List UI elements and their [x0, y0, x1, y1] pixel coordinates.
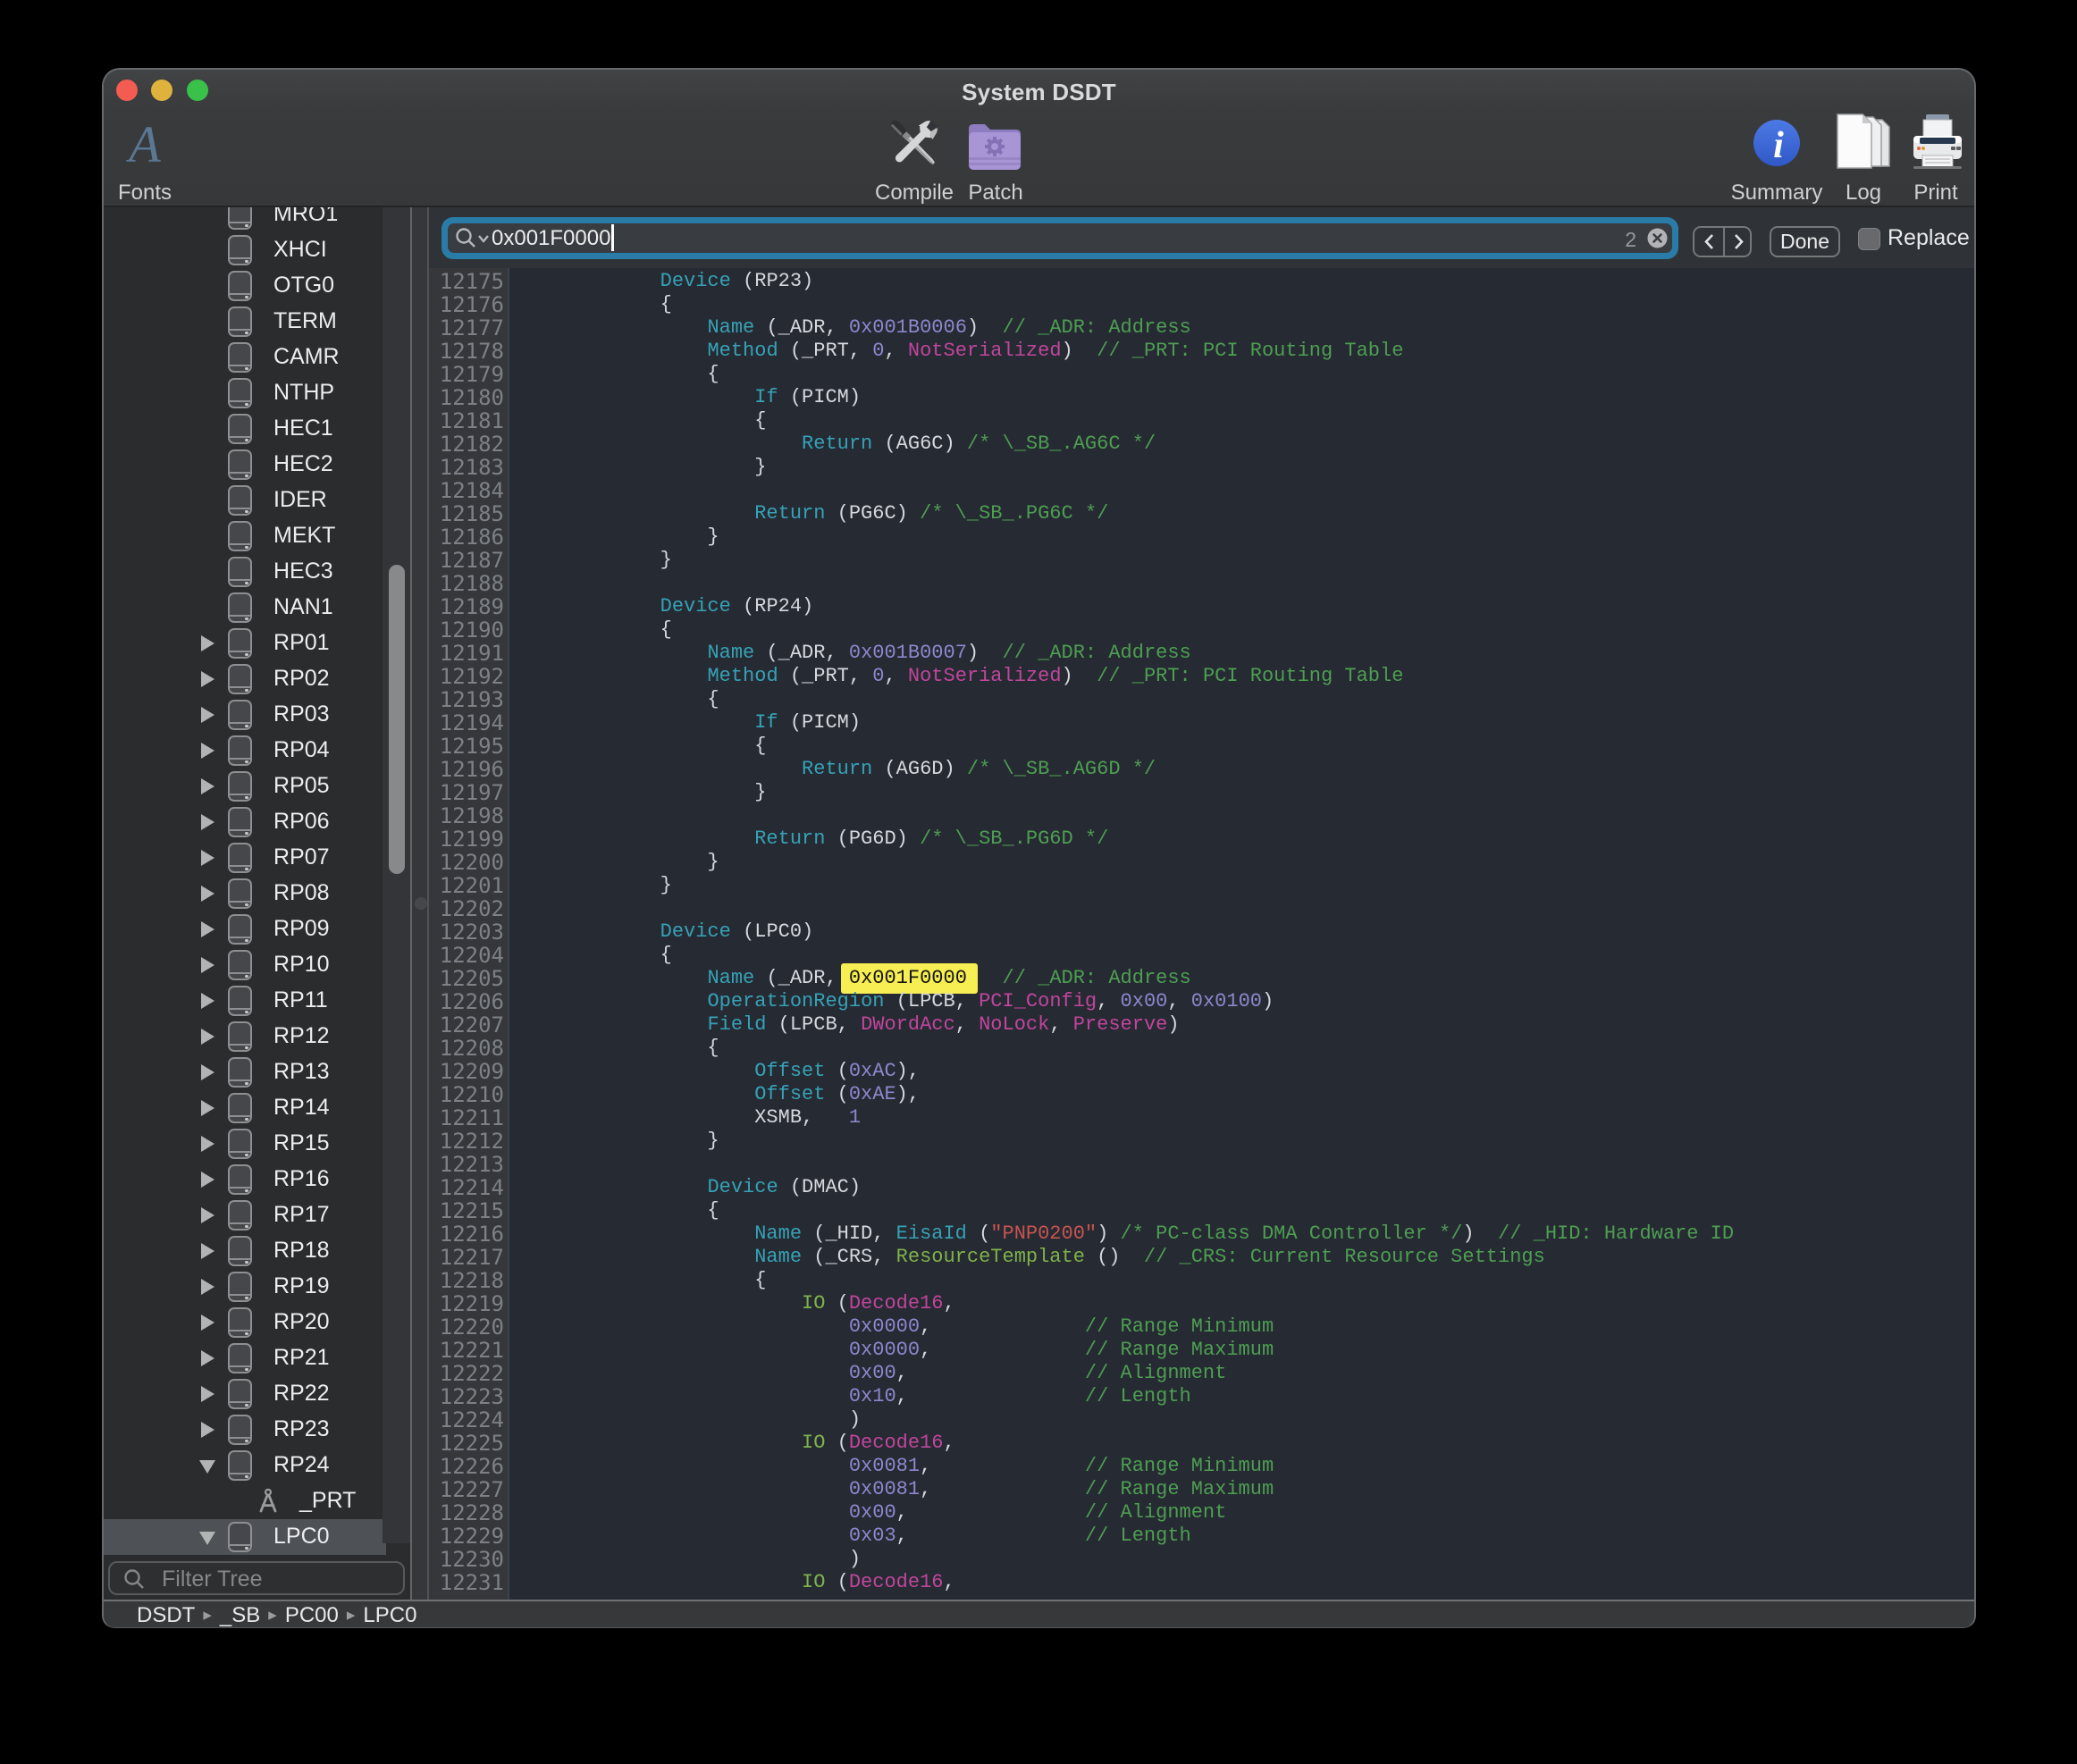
svg-text:i: i: [1773, 125, 1784, 166]
